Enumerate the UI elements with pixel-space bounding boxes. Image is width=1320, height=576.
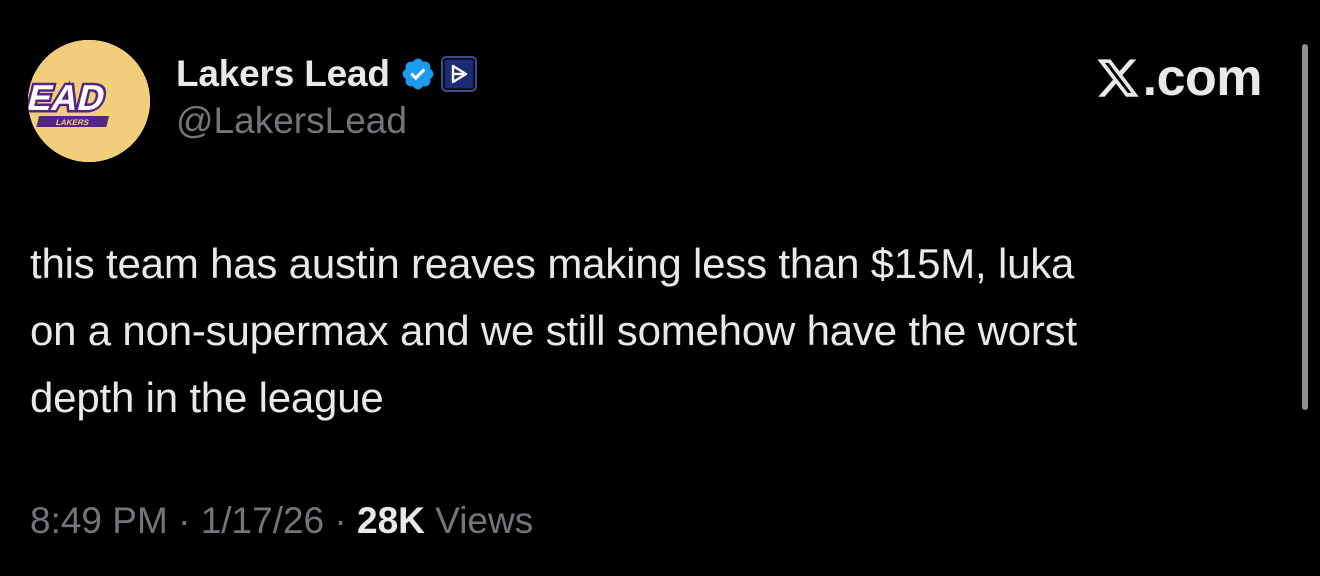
tweet-meta: 8:49 PM · 1/17/26 · 28K Views (30, 500, 533, 542)
display-name-row: Lakers Lead (176, 50, 477, 98)
affiliate-badge-icon[interactable] (440, 56, 477, 92)
display-name[interactable]: Lakers Lead (176, 53, 390, 95)
tweet-time[interactable]: 8:49 PM (30, 500, 168, 541)
avatar-lead-text: LEAD (28, 78, 110, 118)
avatar-lakers-text: LAKERS (55, 118, 91, 127)
tweet-date[interactable]: 1/17/26 (201, 500, 324, 541)
user-handle[interactable]: @LakersLead (176, 100, 407, 142)
scrollbar[interactable] (1302, 44, 1308, 410)
views-label: Views (424, 500, 534, 541)
views-count[interactable]: 28K (357, 500, 425, 541)
avatar[interactable]: LEAD LAKERS (28, 40, 150, 162)
brand-watermark: .com (1095, 49, 1263, 107)
lakers-lead-logo: LEAD LAKERS (28, 40, 150, 162)
verified-badge-icon[interactable] (400, 56, 436, 92)
tweet-body-text: this team has austin reaves making less … (30, 240, 1077, 421)
tweet-card: LEAD LAKERS Lakers Lead @LakersLead .com… (0, 0, 1320, 576)
x-logo-icon (1095, 55, 1141, 101)
meta-separator: · (324, 500, 358, 541)
meta-separator: · (167, 500, 201, 541)
brand-suffix: .com (1142, 49, 1263, 107)
